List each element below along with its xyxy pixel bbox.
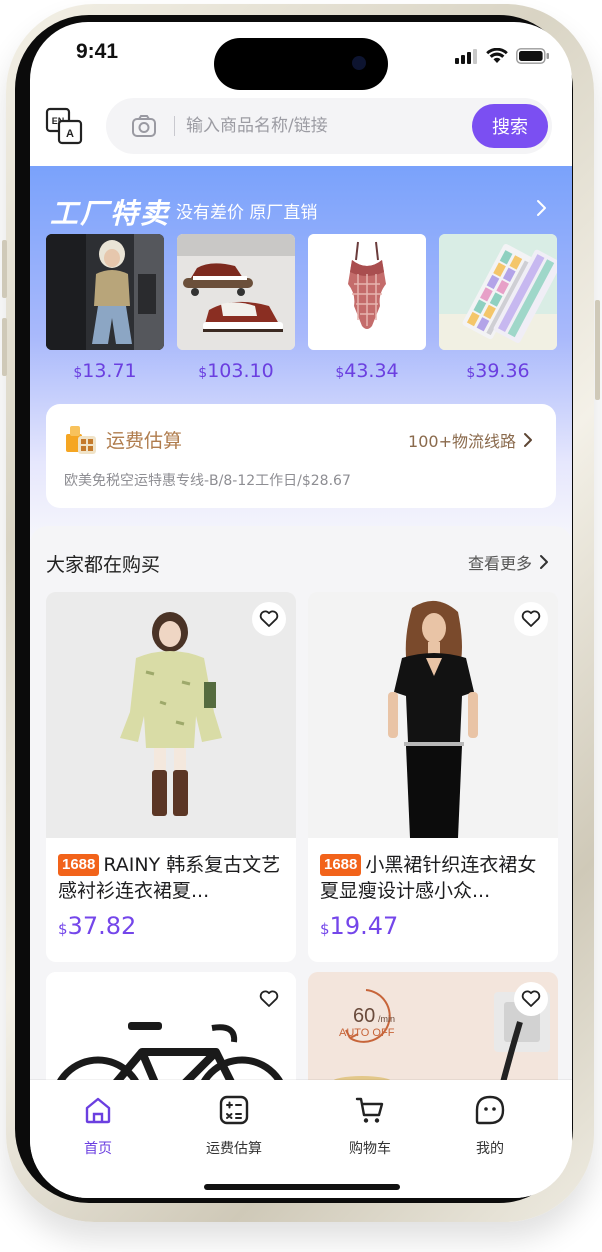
product-photo-black-dress <box>308 592 558 838</box>
search-bar: 搜索 <box>106 98 552 154</box>
product-photo-dress <box>46 592 296 838</box>
status-time: 9:41 <box>76 40 119 63</box>
shipping-title: 运费估算 <box>106 430 183 452</box>
deal-price: $43.34 <box>335 360 399 382</box>
factory-deal-item[interactable]: $43.34 <box>308 234 426 382</box>
volume-down-button <box>2 318 7 376</box>
section-title: 大家都在购买 <box>46 554 161 576</box>
tab-shipping-estimate[interactable]: 运费估算 <box>184 1094 284 1158</box>
tab-cart[interactable]: 购物车 <box>320 1094 420 1158</box>
power-button <box>595 300 600 400</box>
sneakers-photo <box>177 234 295 350</box>
chevron-right-icon <box>524 433 532 447</box>
deal-price: $13.71 <box>73 360 137 382</box>
product-name: 1688 小黑裙针织连衣裙女夏显瘦设计感小众... <box>320 854 537 902</box>
tab-label: 购物车 <box>349 1141 391 1157</box>
see-more-link[interactable]: 查看更多 <box>468 550 550 574</box>
svg-text:/min: /min <box>378 1014 395 1024</box>
favorite-button[interactable] <box>252 982 286 1016</box>
battery-icon <box>516 48 549 64</box>
bottom-tab-bar: 首页 运费估算 购物车 我的 <box>30 1080 572 1198</box>
product-card[interactable]: 1688 小黑裙针织连衣裙女夏显瘦设计感小众... $19.47 <box>308 592 558 962</box>
woman-in-car-photo <box>46 234 164 350</box>
app-screen: 9:41 EN A 输入商品名称/链接 搜索 工厂特卖 没有差价 原厂直销 $1… <box>30 22 572 1198</box>
favorite-button[interactable] <box>514 982 548 1016</box>
favorite-button[interactable] <box>252 602 286 636</box>
dynamic-island <box>214 38 388 90</box>
product-name: 1688 RAINY 韩系复古文艺感衬衫连衣裙夏... <box>58 854 281 902</box>
favorite-button[interactable] <box>514 602 548 636</box>
factory-subtitle: 没有差价 原厂直销 <box>176 203 318 223</box>
calculator-icon <box>219 1095 249 1125</box>
heart-icon <box>521 990 541 1007</box>
swimsuit-photo <box>308 234 426 350</box>
home-icon <box>85 1097 111 1124</box>
signal-icon <box>455 49 477 64</box>
translate-icon[interactable]: EN A <box>44 106 84 146</box>
chevron-right-icon <box>540 555 548 569</box>
logistics-routes-label: 100+物流线路 <box>408 432 516 451</box>
source-tag-1688: 1688 <box>58 854 100 876</box>
chevron-right-icon[interactable] <box>534 196 550 220</box>
deal-price: $103.10 <box>198 360 274 382</box>
logistics-routes-link[interactable]: 100+物流线路 <box>408 428 534 452</box>
search-input[interactable] <box>186 114 466 138</box>
deal-price: $39.36 <box>466 360 530 382</box>
see-more-label: 查看更多 <box>467 554 532 573</box>
camera-icon[interactable] <box>130 112 158 140</box>
volume-up-button <box>2 240 7 298</box>
svg-text:A: A <box>66 128 74 140</box>
factory-sale-banner: 工厂特卖 没有差价 原厂直销 $13.71 $103.10 $43.34 $39… <box>30 166 572 546</box>
svg-text:AUTO OFF: AUTO OFF <box>339 1027 395 1039</box>
heart-icon <box>521 610 541 627</box>
shipping-description: 欧美免税空运特惠专线-B/8-12工作日/$28.67 <box>64 473 351 489</box>
search-header: EN A 搜索 <box>30 94 572 166</box>
shipping-box-icon <box>66 426 96 454</box>
home-indicator[interactable] <box>204 1184 400 1190</box>
product-card[interactable]: 1688 RAINY 韩系复古文艺感衬衫连衣裙夏... $37.82 <box>46 592 296 962</box>
svg-text:60: 60 <box>353 1005 375 1027</box>
keyboard-photo <box>439 234 557 350</box>
factory-deal-item[interactable]: $13.71 <box>46 234 164 382</box>
status-bar: 9:41 <box>30 22 572 94</box>
search-button[interactable]: 搜索 <box>472 104 548 148</box>
profile-icon <box>475 1095 505 1125</box>
status-icons <box>454 48 550 64</box>
search-divider <box>174 116 175 136</box>
factory-title: 工厂特卖 <box>50 197 171 230</box>
tab-label: 首页 <box>84 1141 112 1157</box>
tab-home[interactable]: 首页 <box>48 1094 148 1158</box>
source-tag-1688: 1688 <box>320 854 362 876</box>
factory-deal-item[interactable]: $103.10 <box>177 234 295 382</box>
heart-icon <box>259 990 279 1007</box>
tab-profile[interactable]: 我的 <box>440 1094 540 1158</box>
tab-label: 我的 <box>476 1141 504 1157</box>
popular-products-section: 大家都在购买 查看更多 1688 RAINY 韩系复古文艺感衬衫连衣裙夏... … <box>30 526 572 1172</box>
heart-icon <box>259 610 279 627</box>
factory-deal-item[interactable]: $39.36 <box>439 234 557 382</box>
product-price: $19.47 <box>320 912 399 940</box>
tab-label: 运费估算 <box>206 1141 262 1157</box>
wifi-icon <box>486 48 508 63</box>
cart-icon <box>355 1097 384 1123</box>
shipping-estimate-card[interactable]: 运费估算 100+物流线路 欧美免税空运特惠专线-B/8-12工作日/$28.6… <box>46 404 556 508</box>
product-price: $37.82 <box>58 912 137 940</box>
